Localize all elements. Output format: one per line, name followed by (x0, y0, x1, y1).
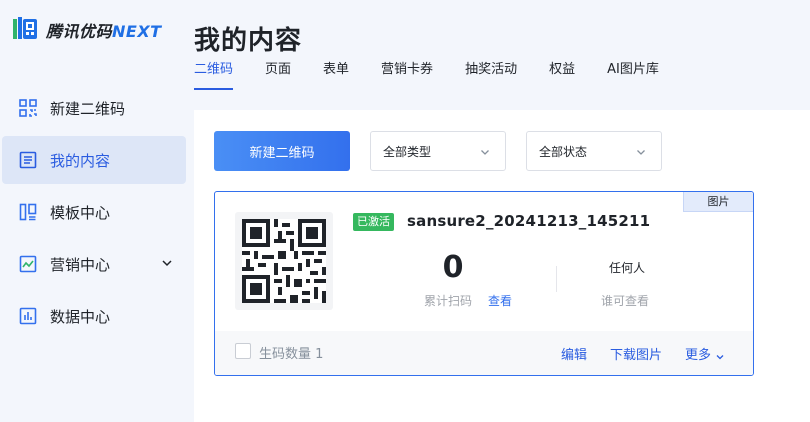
page-header: 我的内容 二维码 页面 表单 营销卡券 抽奖活动 权益 AI图片库 (194, 0, 810, 110)
tab-qrcode[interactable]: 二维码 (194, 60, 234, 90)
chevron-down-icon (479, 146, 491, 158)
logo-text: 腾讯优码NEXT (46, 22, 162, 41)
chevron-down-icon (635, 146, 647, 158)
qrcode-image[interactable] (235, 212, 333, 310)
permission-value: 任何人 (609, 261, 646, 275)
more-label: 更多 (685, 348, 712, 363)
chevron-down-icon[interactable] (160, 256, 174, 270)
sidebar-nav: 新建二维码 我的内容 模板中心 营销中心 数据中心 (2, 84, 186, 344)
qrcode-name[interactable]: sansure2_20241213_145211 (407, 212, 650, 230)
status-badge: 已激活 (353, 213, 394, 231)
type-select[interactable]: 全部类型 (370, 131, 506, 171)
view-scans-link[interactable]: 查看 (488, 292, 512, 309)
logo-mark-icon (12, 16, 40, 44)
tab-page[interactable]: 页面 (265, 60, 291, 90)
scan-count-label: 累计扫码 (424, 294, 473, 308)
tab-benefits[interactable]: 权益 (549, 60, 575, 90)
card-footer: 生码数量 1 编辑 下载图片 更多 (215, 331, 753, 375)
chevron-down-icon (715, 351, 725, 361)
qrcode-card[interactable]: 图片 已激活 sansure2_20241213_145211 0 累计扫码 查… (214, 191, 754, 376)
type-badge: 图片 (683, 192, 753, 212)
more-menu[interactable]: 更多 (685, 344, 725, 363)
status-select[interactable]: 全部状态 (526, 131, 662, 171)
tab-ai-image-library[interactable]: AI图片库 (607, 60, 659, 90)
qrcode-icon (242, 219, 326, 303)
sidebar-item-label: 数据中心 (50, 307, 111, 326)
permission-label: 谁可查看 (601, 294, 650, 308)
sidebar-item-label: 营销中心 (50, 255, 111, 274)
sidebar-item-template-center[interactable]: 模板中心 (2, 188, 186, 236)
type-select-value: 全部类型 (383, 144, 432, 159)
status-select-value: 全部状态 (539, 144, 588, 159)
edit-link[interactable]: 编辑 (561, 344, 587, 363)
sidebar-item-new-qrcode[interactable]: 新建二维码 (2, 84, 186, 132)
main-content: 新建二维码 全部类型 全部状态 图片 已激活 sansure2_20241213… (194, 110, 810, 422)
tab-marketing-coupon[interactable]: 营销卡券 (381, 60, 433, 90)
chart-area-icon (18, 254, 38, 274)
tab-lottery[interactable]: 抽奖活动 (465, 60, 517, 90)
document-list-icon (18, 150, 38, 170)
content-tabs: 二维码 页面 表单 营销卡券 抽奖活动 权益 AI图片库 (194, 60, 691, 90)
bar-chart-icon (18, 306, 38, 326)
download-image-link[interactable]: 下载图片 (610, 344, 662, 363)
divider (556, 266, 557, 292)
generate-count-label: 生码数量 1 (259, 347, 324, 362)
app-logo[interactable]: 腾讯优码NEXT (12, 14, 162, 46)
sidebar-item-data-center[interactable]: 数据中心 (2, 292, 186, 340)
sidebar-item-my-content[interactable]: 我的内容 (2, 136, 186, 184)
template-icon (18, 202, 38, 222)
select-checkbox[interactable] (235, 343, 251, 359)
qr-grid-icon (18, 98, 38, 118)
tab-form[interactable]: 表单 (323, 60, 349, 90)
sidebar-item-label: 模板中心 (50, 203, 111, 222)
scan-count: 0 (442, 250, 464, 285)
sidebar: 腾讯优码NEXT 新建二维码 我的内容 模板中心 营销中心 数据中心 (0, 0, 194, 422)
sidebar-item-label: 新建二维码 (50, 99, 126, 118)
sidebar-item-label: 我的内容 (50, 151, 111, 170)
page-title: 我的内容 (194, 26, 303, 56)
sidebar-item-marketing-center[interactable]: 营销中心 (2, 240, 186, 288)
new-qrcode-button[interactable]: 新建二维码 (214, 131, 350, 171)
